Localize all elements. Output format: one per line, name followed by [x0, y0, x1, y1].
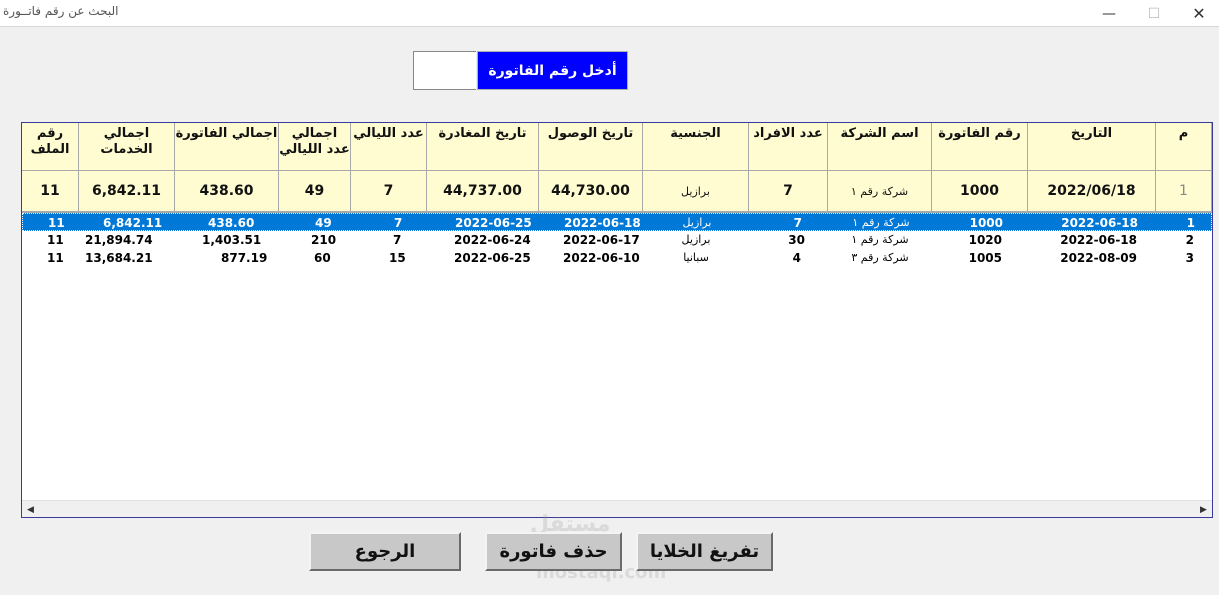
cell-departure: 2022-06-25	[454, 251, 531, 265]
filter-m[interactable]: 1	[1156, 171, 1212, 212]
maximize-button[interactable]: ☐	[1131, 0, 1177, 27]
scroll-left-icon[interactable]: ◀	[22, 501, 39, 518]
filter-persons[interactable]: 7	[749, 171, 828, 212]
cell-m: 3	[1185, 251, 1194, 265]
table-row[interactable]: 11 13,684.21 877.19 60 15 2022-06-25 202…	[22, 249, 1212, 267]
cell-date: 2022-06-18	[1060, 233, 1137, 247]
cell-departure: 2022-06-25	[455, 216, 532, 230]
header-m[interactable]: م	[1156, 123, 1212, 171]
cell-nights-total: 49	[315, 216, 332, 230]
cell-company: شركة رقم ١	[851, 233, 909, 246]
grid-filter-row: 11 6,842.11 438.60 49 7 44,737.00 44,730…	[22, 171, 1212, 212]
filter-departure-date[interactable]: 44,737.00	[427, 171, 539, 212]
cell-nationality: برازيل	[682, 216, 712, 229]
cell-arrival: 2022-06-18	[564, 216, 641, 230]
header-nights[interactable]: عدد الليالي	[351, 123, 427, 171]
invoice-number-input[interactable]	[413, 51, 476, 90]
cell-file-no: 11	[48, 216, 65, 230]
header-nationality[interactable]: الجنسية	[643, 123, 749, 171]
cell-services-total: 13,684.21	[85, 251, 153, 265]
filter-file-no[interactable]: 11	[22, 171, 79, 212]
invoice-number-label: أدخل رقم الفاتورة	[477, 51, 628, 90]
cell-nationality: سبانيا	[683, 251, 709, 264]
title-bar: البحث عن رقم فاتــورة — ☐ ✕	[0, 0, 1219, 27]
cell-invoice-no: 1005	[968, 251, 1002, 265]
cell-nationality: برازيل	[681, 233, 711, 246]
horizontal-scrollbar[interactable]: ◀ ▶	[22, 500, 1212, 517]
filter-services-total[interactable]: 6,842.11	[79, 171, 175, 212]
cell-services-total: 21,894.74	[85, 233, 153, 247]
invoices-grid[interactable]: رقم الملف اجمالي الخدمات اجمالي الفاتورة…	[21, 122, 1213, 518]
cell-nights-total: 210	[311, 233, 337, 247]
filter-date[interactable]: 2022/06/18	[1028, 171, 1156, 212]
cell-services-total: 6,842.11	[103, 216, 163, 230]
header-services-total[interactable]: اجمالي الخدمات	[79, 123, 175, 171]
cell-nights: 15	[389, 251, 406, 265]
header-file-no[interactable]: رقم الملف	[22, 123, 79, 171]
cell-invoice-total: 438.60	[208, 216, 255, 230]
window-title: البحث عن رقم فاتــورة	[3, 4, 119, 18]
header-departure-date[interactable]: تاريخ المغادرة	[427, 123, 539, 171]
grid-rows: 11 6,842.11 438.60 49 7 2022-06-25 2022-…	[22, 213, 1212, 267]
filter-invoice-no[interactable]: 1000	[932, 171, 1028, 212]
delete-invoice-button[interactable]: حذف فاتورة	[485, 532, 622, 571]
filter-company[interactable]: شركة رقم ١	[828, 171, 932, 212]
table-row[interactable]: 11 21,894.74 1,403.51 210 7 2022-06-24 2…	[22, 231, 1212, 249]
header-date[interactable]: التاريخ	[1028, 123, 1156, 171]
header-nights-total[interactable]: اجمالي عدد الليالي	[279, 123, 351, 171]
back-button[interactable]: الرجوع	[309, 532, 461, 571]
header-arrival-date[interactable]: تاريخ الوصول	[539, 123, 643, 171]
cell-persons: 4	[792, 251, 801, 265]
cell-nights: 7	[393, 233, 402, 247]
cell-date: 2022-08-09	[1060, 251, 1137, 265]
scroll-right-icon[interactable]: ▶	[1195, 501, 1212, 518]
cell-nights: 7	[394, 216, 403, 230]
cell-invoice-total: 877.19	[221, 251, 268, 265]
cell-file-no: 11	[47, 251, 64, 265]
cell-arrival: 2022-06-10	[563, 251, 640, 265]
cell-arrival: 2022-06-17	[563, 233, 640, 247]
cell-company: شركة رقم ١	[852, 216, 910, 229]
cell-invoice-no: 1020	[968, 233, 1002, 247]
header-persons[interactable]: عدد الافراد	[749, 123, 828, 171]
filter-nationality[interactable]: برازيل	[643, 171, 749, 212]
cell-nights-total: 60	[314, 251, 331, 265]
grid-header-row: رقم الملف اجمالي الخدمات اجمالي الفاتورة…	[22, 123, 1212, 171]
filter-nights[interactable]: 7	[351, 171, 427, 212]
cell-date: 2022-06-18	[1061, 216, 1138, 230]
cell-m: 2	[1185, 233, 1194, 247]
filter-nights-total[interactable]: 49	[279, 171, 351, 212]
minimize-button[interactable]: —	[1086, 0, 1132, 27]
cell-file-no: 11	[47, 233, 64, 247]
header-invoice-no[interactable]: رقم الفاتورة	[932, 123, 1028, 171]
cell-persons: 30	[788, 233, 805, 247]
cell-company: شركة رقم ٣	[851, 251, 909, 264]
filter-invoice-total[interactable]: 438.60	[175, 171, 279, 212]
close-button[interactable]: ✕	[1176, 0, 1219, 27]
filter-arrival-date[interactable]: 44,730.00	[539, 171, 643, 212]
clear-cells-button[interactable]: تفريغ الخلايا	[636, 532, 773, 571]
cell-persons: 7	[793, 216, 802, 230]
cell-invoice-no: 1000	[969, 216, 1003, 230]
header-company[interactable]: اسم الشركة	[828, 123, 932, 171]
cell-invoice-total: 1,403.51	[202, 233, 262, 247]
cell-departure: 2022-06-24	[454, 233, 531, 247]
table-row[interactable]: 11 6,842.11 438.60 49 7 2022-06-25 2022-…	[22, 213, 1212, 231]
cell-m: 1	[1186, 216, 1195, 230]
header-invoice-total[interactable]: اجمالي الفاتورة	[175, 123, 279, 171]
